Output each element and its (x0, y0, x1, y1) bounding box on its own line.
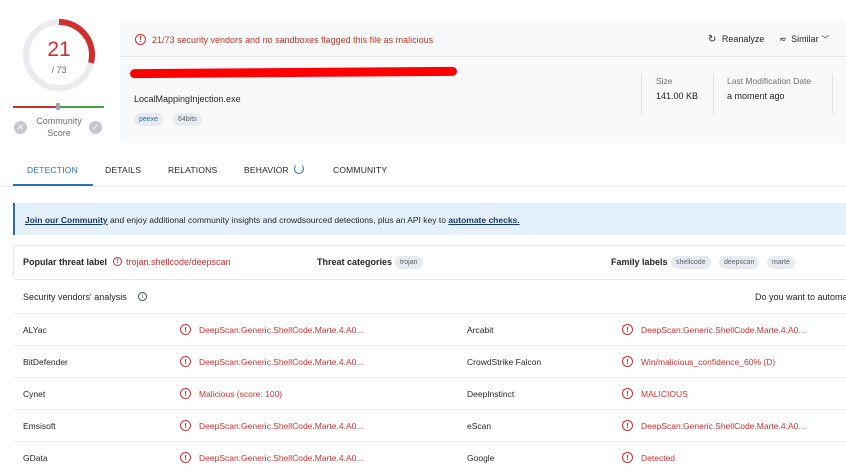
family-tag[interactable]: shellcode (671, 256, 711, 269)
meta-divider (641, 74, 642, 114)
tab-detection[interactable]: DETECTION (27, 165, 78, 175)
join-community-link[interactable]: Join our Community (25, 215, 108, 225)
vendor-result: DeepScan:Generic.ShellCode.Marte.4.A0... (199, 421, 364, 431)
file-tag[interactable]: peexe (134, 113, 164, 126)
modified-value: a moment ago (727, 91, 785, 101)
tab-details[interactable]: DETAILS (105, 165, 141, 175)
vendor-name: ALYac (23, 325, 47, 335)
vendors-section-title: Security vendors' analysis (23, 292, 127, 302)
vendor-result: DeepScan:Generic.ShellCode.Marte.4.A0... (641, 325, 806, 335)
family-tag[interactable]: deepscan (719, 256, 760, 269)
detection-alert-text: 21/73 security vendors and no sandboxes … (152, 35, 434, 45)
vendor-result: DeepScan:Generic.ShellCode.Marte.4.A0... (199, 453, 364, 463)
tab-relations[interactable]: RELATIONS (168, 165, 217, 175)
alert-circle-icon: ! (135, 34, 146, 45)
vendor-name: eScan (467, 421, 492, 431)
alert-circle-icon: ! (180, 324, 191, 335)
vendor-name: Cynet (23, 389, 46, 399)
vendor-result: Win/malicious_confidence_60% (D) (641, 357, 776, 367)
detection-count: 21 (47, 38, 71, 61)
family-tag[interactable]: marte (767, 256, 795, 269)
similar-dropdown-button[interactable]: ≂ Similar ﹀ (779, 34, 829, 45)
vendor-result: DeepScan:Generic.ShellCode.Marte.4.A0... (199, 325, 364, 335)
size-label: Size (656, 76, 673, 86)
modified-label: Last Modification Date (727, 76, 812, 86)
vendor-name: GData (23, 453, 48, 463)
alert-circle-icon: ! (622, 356, 633, 367)
detection-total: / 73 (51, 65, 67, 75)
vendor-name: Arcabit (467, 325, 494, 335)
alert-circle-icon: ! (113, 257, 122, 266)
size-value: 141.00 KB (656, 91, 699, 101)
vendor-result: MALICIOUS (641, 389, 688, 399)
vendor-result: Detected (641, 453, 676, 463)
detection-score-ring: 21 / 73 (22, 18, 96, 92)
alert-circle-icon: ! (180, 452, 191, 463)
row-divider (13, 409, 846, 410)
vendor-result: DeepScan:Generic.ShellCode.Marte.4.A0... (199, 357, 364, 367)
alert-circle-icon: ! (622, 388, 633, 399)
alert-circle-icon: ! (180, 420, 191, 431)
refresh-icon: ↻ (708, 34, 717, 45)
vendor-name: Emsisoft (23, 421, 56, 431)
alert-circle-icon: ! (622, 452, 633, 463)
alert-circle-icon: ! (180, 388, 191, 399)
threat-category-tag[interactable]: trojan (395, 256, 423, 269)
active-tab-indicator (13, 184, 93, 186)
threat-categories-label: Threat categories (317, 257, 393, 267)
x-circle-icon[interactable]: ✕ (14, 121, 27, 134)
row-divider (13, 313, 846, 314)
community-score-knob (56, 103, 60, 110)
info-icon[interactable]: i (138, 292, 147, 301)
family-labels-label: Family labels (611, 257, 668, 267)
vendor-name: BitDefender (23, 357, 68, 367)
vendor-result: Malicious (score: 100) (199, 389, 283, 399)
popular-threat-label: Popular threat label (23, 257, 108, 267)
vendor-result: DeepScan:Generic.ShellCode.Marte.4.A0... (641, 421, 806, 431)
community-banner-text: Join our Community and enjoy additional … (25, 215, 520, 225)
check-circle-icon[interactable]: ✓ (89, 121, 102, 134)
tabs-divider (0, 186, 846, 187)
automate-promo-text: Do you want to automa (755, 292, 846, 302)
vendor-name: DeepInstinct (467, 389, 515, 399)
tab-community[interactable]: COMMUNITY (333, 165, 387, 175)
loading-spinner-icon (294, 164, 304, 174)
automate-checks-link[interactable]: automate checks. (448, 215, 519, 225)
card-divider (120, 56, 846, 57)
row-divider (13, 377, 846, 378)
chevron-down-icon: ﹀ (821, 35, 830, 44)
vendor-name: Google (467, 453, 495, 463)
alert-circle-icon: ! (180, 356, 191, 367)
community-score-label: Community Score (36, 116, 82, 138)
row-divider (13, 441, 846, 442)
similar-icon: ≂ (779, 34, 787, 44)
file-name: LocalMappingInjection.exe (134, 94, 241, 104)
popular-threat-value: trojan.shellcode/deepscan (126, 257, 231, 267)
reanalyze-button[interactable]: ↻ Reanalyze (708, 34, 764, 45)
vendor-name: CrowdStrike Falcon (467, 357, 542, 367)
meta-divider (832, 74, 833, 114)
meta-divider (713, 74, 714, 114)
row-divider (13, 345, 846, 346)
alert-circle-icon: ! (622, 324, 633, 335)
tab-behavior[interactable]: BEHAVIOR (244, 165, 289, 175)
file-tag[interactable]: 64bits (173, 113, 202, 126)
alert-circle-icon: ! (622, 420, 633, 431)
